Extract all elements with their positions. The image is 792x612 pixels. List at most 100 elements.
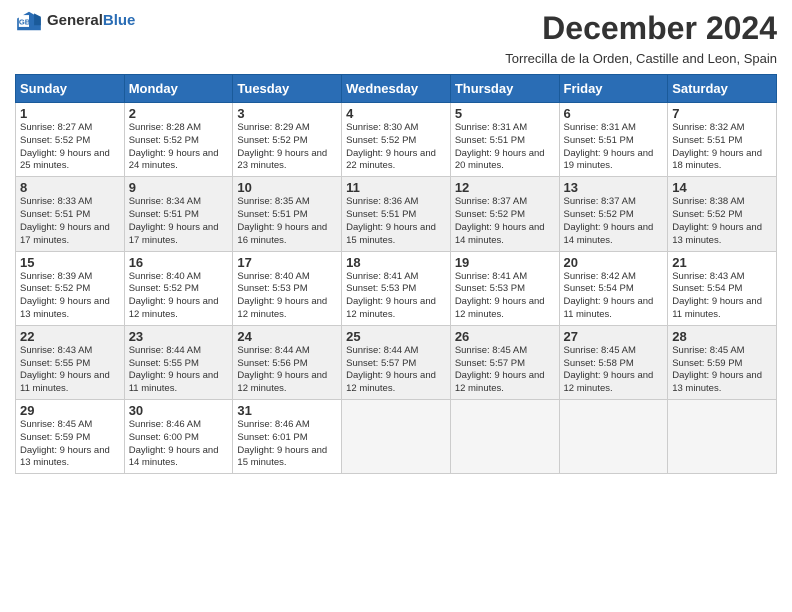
day-info: Sunrise: 8:45 AMSunset: 5:58 PMDaylight:… xyxy=(564,345,654,394)
week-row-3: 15 Sunrise: 8:39 AMSunset: 5:52 PMDaylig… xyxy=(16,251,777,325)
month-title: December 2024 xyxy=(542,10,777,47)
day-info: Sunrise: 8:44 AMSunset: 5:56 PMDaylight:… xyxy=(237,345,327,394)
day-info: Sunrise: 8:46 AMSunset: 6:00 PMDaylight:… xyxy=(129,419,219,468)
day-number: 23 xyxy=(129,329,229,344)
logo: GB GeneralBlue xyxy=(15,10,135,32)
day-number: 24 xyxy=(237,329,337,344)
day-number: 15 xyxy=(20,255,120,270)
day-number: 7 xyxy=(672,106,772,121)
day-number: 12 xyxy=(455,180,555,195)
day-cell: 27 Sunrise: 8:45 AMSunset: 5:58 PMDaylig… xyxy=(559,325,668,399)
day-cell: 31 Sunrise: 8:46 AMSunset: 6:01 PMDaylig… xyxy=(233,400,342,474)
week-row-4: 22 Sunrise: 8:43 AMSunset: 5:55 PMDaylig… xyxy=(16,325,777,399)
col-header-friday: Friday xyxy=(559,75,668,103)
day-cell: 8 Sunrise: 8:33 AMSunset: 5:51 PMDayligh… xyxy=(16,177,125,251)
day-info: Sunrise: 8:44 AMSunset: 5:57 PMDaylight:… xyxy=(346,345,436,394)
day-number: 27 xyxy=(564,329,664,344)
svg-text:GB: GB xyxy=(19,17,31,26)
day-number: 28 xyxy=(672,329,772,344)
day-cell: 20 Sunrise: 8:42 AMSunset: 5:54 PMDaylig… xyxy=(559,251,668,325)
day-number: 17 xyxy=(237,255,337,270)
day-cell: 22 Sunrise: 8:43 AMSunset: 5:55 PMDaylig… xyxy=(16,325,125,399)
day-number: 1 xyxy=(20,106,120,121)
day-info: Sunrise: 8:41 AMSunset: 5:53 PMDaylight:… xyxy=(455,271,545,320)
day-number: 16 xyxy=(129,255,229,270)
day-cell: 19 Sunrise: 8:41 AMSunset: 5:53 PMDaylig… xyxy=(450,251,559,325)
day-number: 31 xyxy=(237,403,337,418)
day-info: Sunrise: 8:45 AMSunset: 5:59 PMDaylight:… xyxy=(672,345,762,394)
day-info: Sunrise: 8:45 AMSunset: 5:59 PMDaylight:… xyxy=(20,419,110,468)
day-info: Sunrise: 8:31 AMSunset: 5:51 PMDaylight:… xyxy=(455,122,545,171)
col-header-saturday: Saturday xyxy=(668,75,777,103)
day-number: 11 xyxy=(346,180,446,195)
col-header-sunday: Sunday xyxy=(16,75,125,103)
day-cell: 24 Sunrise: 8:44 AMSunset: 5:56 PMDaylig… xyxy=(233,325,342,399)
day-info: Sunrise: 8:27 AMSunset: 5:52 PMDaylight:… xyxy=(20,122,110,171)
day-info: Sunrise: 8:37 AMSunset: 5:52 PMDaylight:… xyxy=(564,196,654,245)
day-info: Sunrise: 8:43 AMSunset: 5:55 PMDaylight:… xyxy=(20,345,110,394)
day-number: 13 xyxy=(564,180,664,195)
day-cell: 2 Sunrise: 8:28 AMSunset: 5:52 PMDayligh… xyxy=(124,103,233,177)
day-number: 25 xyxy=(346,329,446,344)
day-number: 5 xyxy=(455,106,555,121)
col-header-thursday: Thursday xyxy=(450,75,559,103)
day-cell: 15 Sunrise: 8:39 AMSunset: 5:52 PMDaylig… xyxy=(16,251,125,325)
day-number: 29 xyxy=(20,403,120,418)
day-number: 6 xyxy=(564,106,664,121)
day-cell: 1 Sunrise: 8:27 AMSunset: 5:52 PMDayligh… xyxy=(16,103,125,177)
day-number: 9 xyxy=(129,180,229,195)
day-info: Sunrise: 8:38 AMSunset: 5:52 PMDaylight:… xyxy=(672,196,762,245)
week-row-1: 1 Sunrise: 8:27 AMSunset: 5:52 PMDayligh… xyxy=(16,103,777,177)
day-info: Sunrise: 8:40 AMSunset: 5:53 PMDaylight:… xyxy=(237,271,327,320)
location: Torrecilla de la Orden, Castille and Leo… xyxy=(15,51,777,66)
day-info: Sunrise: 8:29 AMSunset: 5:52 PMDaylight:… xyxy=(237,122,327,171)
day-cell: 18 Sunrise: 8:41 AMSunset: 5:53 PMDaylig… xyxy=(342,251,451,325)
day-cell xyxy=(342,400,451,474)
day-cell: 5 Sunrise: 8:31 AMSunset: 5:51 PMDayligh… xyxy=(450,103,559,177)
day-cell: 10 Sunrise: 8:35 AMSunset: 5:51 PMDaylig… xyxy=(233,177,342,251)
day-number: 14 xyxy=(672,180,772,195)
day-info: Sunrise: 8:33 AMSunset: 5:51 PMDaylight:… xyxy=(20,196,110,245)
day-info: Sunrise: 8:34 AMSunset: 5:51 PMDaylight:… xyxy=(129,196,219,245)
day-cell: 16 Sunrise: 8:40 AMSunset: 5:52 PMDaylig… xyxy=(124,251,233,325)
col-header-tuesday: Tuesday xyxy=(233,75,342,103)
day-cell: 29 Sunrise: 8:45 AMSunset: 5:59 PMDaylig… xyxy=(16,400,125,474)
header-row: SundayMondayTuesdayWednesdayThursdayFrid… xyxy=(16,75,777,103)
day-cell xyxy=(450,400,559,474)
day-cell: 17 Sunrise: 8:40 AMSunset: 5:53 PMDaylig… xyxy=(233,251,342,325)
day-cell: 12 Sunrise: 8:37 AMSunset: 5:52 PMDaylig… xyxy=(450,177,559,251)
day-number: 22 xyxy=(20,329,120,344)
day-info: Sunrise: 8:28 AMSunset: 5:52 PMDaylight:… xyxy=(129,122,219,171)
day-info: Sunrise: 8:35 AMSunset: 5:51 PMDaylight:… xyxy=(237,196,327,245)
day-cell: 3 Sunrise: 8:29 AMSunset: 5:52 PMDayligh… xyxy=(233,103,342,177)
day-cell: 23 Sunrise: 8:44 AMSunset: 5:55 PMDaylig… xyxy=(124,325,233,399)
day-number: 8 xyxy=(20,180,120,195)
day-number: 18 xyxy=(346,255,446,270)
day-cell xyxy=(668,400,777,474)
day-number: 26 xyxy=(455,329,555,344)
day-info: Sunrise: 8:39 AMSunset: 5:52 PMDaylight:… xyxy=(20,271,110,320)
day-info: Sunrise: 8:36 AMSunset: 5:51 PMDaylight:… xyxy=(346,196,436,245)
day-cell: 26 Sunrise: 8:45 AMSunset: 5:57 PMDaylig… xyxy=(450,325,559,399)
day-info: Sunrise: 8:31 AMSunset: 5:51 PMDaylight:… xyxy=(564,122,654,171)
day-info: Sunrise: 8:46 AMSunset: 6:01 PMDaylight:… xyxy=(237,419,327,468)
day-info: Sunrise: 8:32 AMSunset: 5:51 PMDaylight:… xyxy=(672,122,762,171)
day-info: Sunrise: 8:42 AMSunset: 5:54 PMDaylight:… xyxy=(564,271,654,320)
title-area: December 2024 xyxy=(542,10,777,47)
day-number: 3 xyxy=(237,106,337,121)
day-number: 20 xyxy=(564,255,664,270)
day-number: 2 xyxy=(129,106,229,121)
day-cell: 4 Sunrise: 8:30 AMSunset: 5:52 PMDayligh… xyxy=(342,103,451,177)
week-row-5: 29 Sunrise: 8:45 AMSunset: 5:59 PMDaylig… xyxy=(16,400,777,474)
day-number: 21 xyxy=(672,255,772,270)
logo-text: GeneralBlue xyxy=(47,12,135,30)
day-number: 10 xyxy=(237,180,337,195)
day-cell: 11 Sunrise: 8:36 AMSunset: 5:51 PMDaylig… xyxy=(342,177,451,251)
day-cell: 9 Sunrise: 8:34 AMSunset: 5:51 PMDayligh… xyxy=(124,177,233,251)
day-info: Sunrise: 8:40 AMSunset: 5:52 PMDaylight:… xyxy=(129,271,219,320)
day-info: Sunrise: 8:45 AMSunset: 5:57 PMDaylight:… xyxy=(455,345,545,394)
day-cell: 30 Sunrise: 8:46 AMSunset: 6:00 PMDaylig… xyxy=(124,400,233,474)
calendar-table: SundayMondayTuesdayWednesdayThursdayFrid… xyxy=(15,74,777,474)
day-cell: 7 Sunrise: 8:32 AMSunset: 5:51 PMDayligh… xyxy=(668,103,777,177)
day-info: Sunrise: 8:37 AMSunset: 5:52 PMDaylight:… xyxy=(455,196,545,245)
